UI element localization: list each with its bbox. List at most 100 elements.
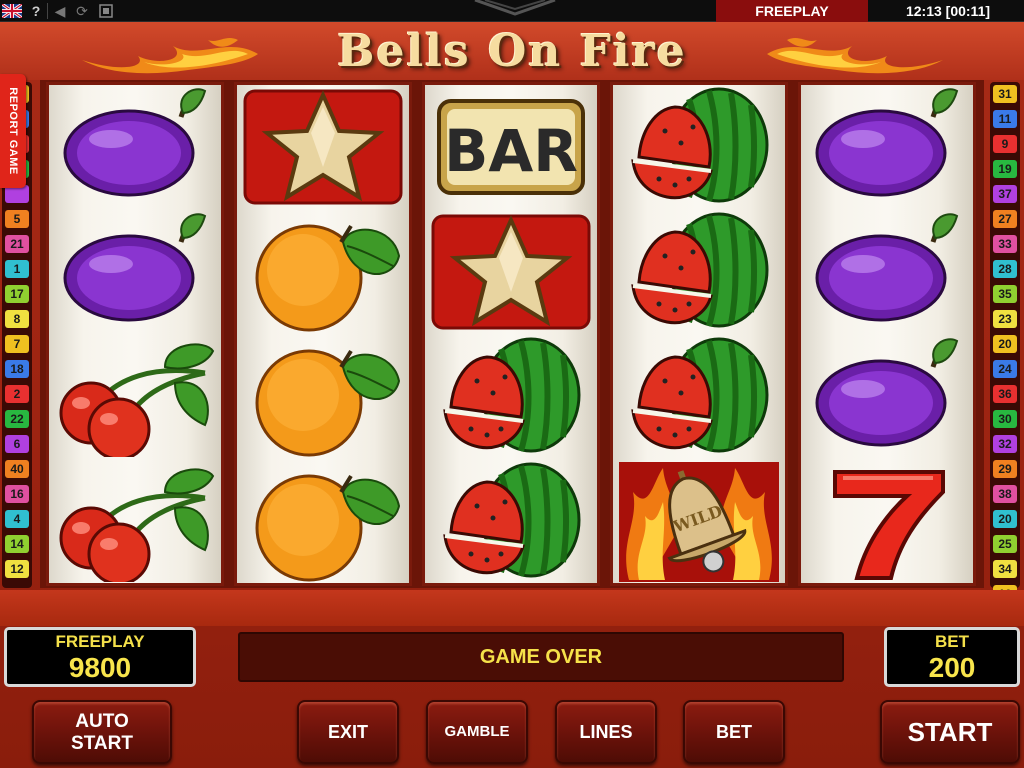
- bet-label: BET: [935, 632, 969, 651]
- symbol-cherry: [49, 460, 221, 584]
- orange-icon: [255, 349, 401, 457]
- wild-bell-icon: WILD: [619, 462, 779, 582]
- watermelon-icon: [631, 337, 769, 453]
- bet-meter: BET 200: [884, 627, 1020, 687]
- plum-icon: [815, 213, 959, 322]
- symbol-star: [237, 85, 409, 209]
- payline-number[interactable]: 34: [993, 560, 1017, 578]
- payline-number[interactable]: 16: [5, 485, 29, 503]
- payline-number[interactable]: 21: [5, 235, 29, 253]
- seven-icon: [833, 470, 945, 580]
- symbol-plum: [49, 210, 221, 334]
- back-icon[interactable]: ◀: [50, 1, 70, 21]
- auto-start-button[interactable]: AUTO START: [32, 700, 172, 764]
- payline-number[interactable]: 20: [993, 510, 1017, 528]
- orange-icon: [255, 224, 401, 332]
- lines-button[interactable]: LINES: [555, 700, 657, 764]
- payline-number[interactable]: 33: [993, 235, 1017, 253]
- top-status-bar: ? ◀ ⟳ FREEPLAY 12:13 [00:11]: [0, 0, 1024, 22]
- symbol-watermelon: [613, 210, 785, 334]
- payline-number[interactable]: 23: [993, 310, 1017, 328]
- credit-value: 9800: [68, 652, 132, 683]
- watermelon-icon: [631, 212, 769, 328]
- auto-start-label-line2: START: [71, 733, 133, 754]
- symbol-wild-bell: WILD: [613, 460, 785, 584]
- credit-meter: FREEPLAY 9800: [4, 627, 196, 687]
- payline-number[interactable]: 20: [993, 335, 1017, 353]
- payline-number[interactable]: 7: [5, 335, 29, 353]
- bet-value: 200: [928, 652, 976, 683]
- symbol-watermelon: [425, 335, 597, 459]
- symbol-watermelon: [425, 460, 597, 584]
- symbol-orange: [237, 210, 409, 334]
- bet-button[interactable]: BET: [683, 700, 785, 764]
- reel-5: [798, 82, 976, 586]
- payline-number[interactable]: 37: [993, 185, 1017, 203]
- symbol-plum: [801, 335, 973, 459]
- reload-icon[interactable]: ⟳: [72, 1, 92, 21]
- payline-number[interactable]: 1: [5, 260, 29, 278]
- payline-number[interactable]: 31: [993, 85, 1017, 103]
- payline-number[interactable]: 27: [993, 210, 1017, 228]
- payline-number[interactable]: 4: [5, 510, 29, 528]
- symbol-bar: BAR: [425, 85, 597, 209]
- mode-badge: FREEPLAY: [716, 0, 868, 22]
- symbol-watermelon: [613, 335, 785, 459]
- star-icon: [243, 89, 403, 205]
- symbol-star: [425, 210, 597, 334]
- symbol-plum: [801, 85, 973, 209]
- flame-right-icon: [767, 38, 943, 74]
- flame-left-icon: [82, 38, 258, 74]
- control-panel: [0, 590, 1024, 626]
- symbol-orange: [237, 460, 409, 584]
- payline-number[interactable]: 22: [5, 410, 29, 428]
- payline-number[interactable]: 35: [993, 285, 1017, 303]
- payline-number[interactable]: 17: [5, 285, 29, 303]
- help-button[interactable]: ?: [27, 1, 45, 21]
- fullscreen-icon[interactable]: [96, 1, 116, 21]
- payline-number[interactable]: 2: [5, 385, 29, 403]
- payline-numbers-right: 3111919372733283523202436303229382025341…: [990, 82, 1020, 603]
- payline-number[interactable]: 28: [993, 260, 1017, 278]
- payline-number[interactable]: 12: [5, 560, 29, 578]
- payline-number[interactable]: 11: [993, 110, 1017, 128]
- exit-button[interactable]: EXIT: [297, 700, 399, 764]
- payline-number[interactable]: 25: [993, 535, 1017, 553]
- plum-icon: [815, 88, 959, 197]
- payline-number[interactable]: 6: [5, 435, 29, 453]
- menu-handle-icon[interactable]: [470, 0, 560, 18]
- payline-number[interactable]: 32: [993, 435, 1017, 453]
- orange-icon: [255, 474, 401, 582]
- gamble-button[interactable]: GAMBLE: [426, 700, 528, 764]
- report-game-button[interactable]: REPORT GAME: [0, 74, 26, 188]
- symbol-cherry: [49, 335, 221, 459]
- payline-number[interactable]: 29: [993, 460, 1017, 478]
- toolbar-divider: [47, 3, 48, 19]
- payline-number[interactable]: 36: [993, 385, 1017, 403]
- plum-icon: [815, 338, 959, 447]
- plum-icon: [63, 88, 207, 197]
- payline-number[interactable]: 9: [993, 135, 1017, 153]
- uk-flag-icon[interactable]: [1, 1, 23, 21]
- payline-number[interactable]: 24: [993, 360, 1017, 378]
- symbol-orange: [237, 335, 409, 459]
- payline-number[interactable]: 30: [993, 410, 1017, 428]
- payline-number[interactable]: 19: [993, 160, 1017, 178]
- message-box: GAME OVER: [238, 632, 844, 682]
- svg-text:BAR: BAR: [444, 117, 578, 185]
- report-game-label: REPORT GAME: [7, 87, 19, 175]
- bar-icon: BAR: [437, 99, 585, 195]
- reel-2: [234, 82, 412, 586]
- cherry-icon: [59, 468, 215, 582]
- game-title: Bells On Fire: [337, 26, 687, 77]
- start-button[interactable]: START: [880, 700, 1020, 764]
- clock: 12:13 [00:11]: [905, 3, 991, 19]
- reel-4: WILD: [610, 82, 788, 586]
- symbol-seven: [801, 460, 973, 584]
- payline-number[interactable]: 18: [5, 360, 29, 378]
- payline-number[interactable]: 14: [5, 535, 29, 553]
- payline-number[interactable]: 5: [5, 210, 29, 228]
- payline-number[interactable]: 38: [993, 485, 1017, 503]
- payline-number[interactable]: 40: [5, 460, 29, 478]
- payline-number[interactable]: 8: [5, 310, 29, 328]
